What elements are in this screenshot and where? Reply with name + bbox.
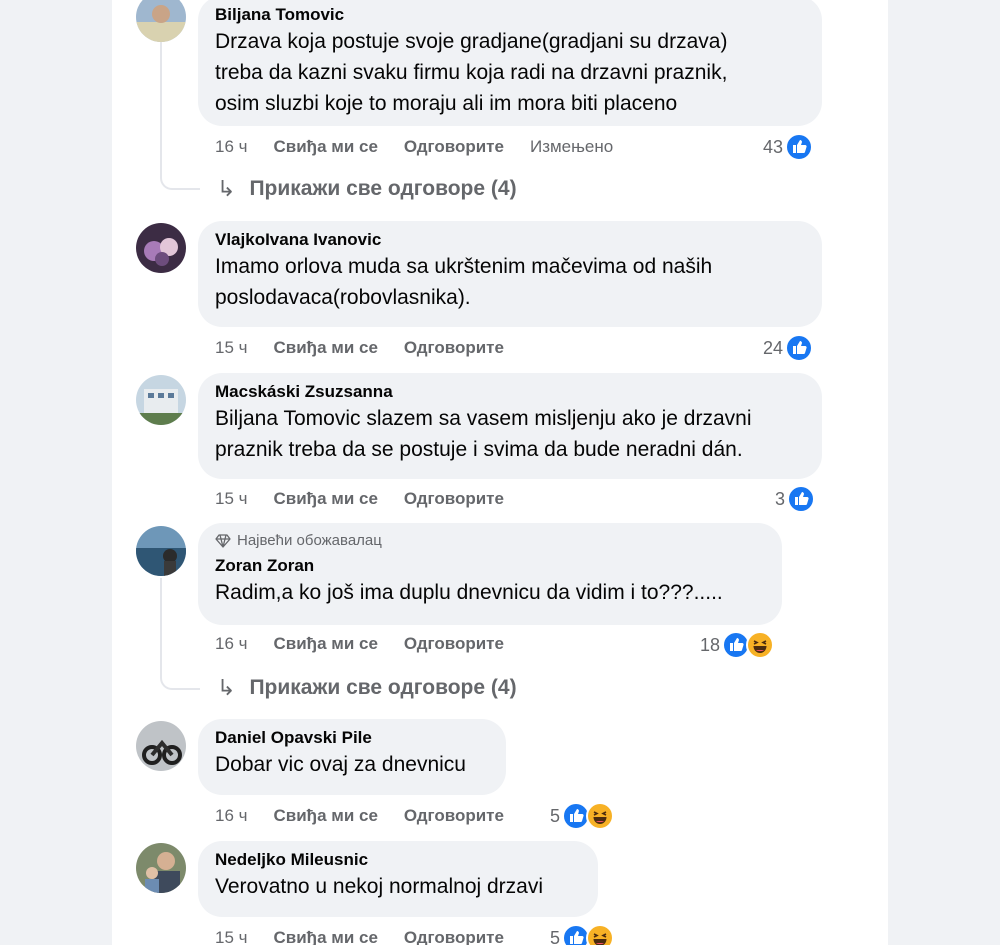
reaction-count: 5 [550, 805, 561, 826]
reaction-count: 43 [763, 136, 784, 157]
thread-line [160, 42, 200, 190]
comment-author[interactable]: Biljana Tomovic [215, 4, 805, 26]
top-fan-label: Највећи обожавалац [237, 532, 382, 549]
thread-line [160, 578, 200, 690]
comment-bubble: Nedeljko Mileusnic Verovatno u nekoj nor… [198, 841, 598, 917]
comment-bubble: Највећи обожавалац Zoran Zoran Radim,a k… [198, 523, 782, 625]
reaction-summary[interactable]: 24 [763, 333, 814, 363]
show-replies-label: Прикажи све одговоре (4) [249, 177, 517, 200]
avatar[interactable] [136, 375, 186, 425]
comment-author[interactable]: VlajkoIvana Ivanovic [215, 229, 805, 251]
comment-text-line: Imamo orlova muda sa ukrštenim mačevima … [215, 255, 713, 278]
avatar-photo-icon [136, 375, 186, 425]
comment-text-line: Drzava koja postuje svoje gradjane(gradj… [215, 30, 728, 53]
reaction-count: 24 [763, 337, 784, 358]
like-button[interactable]: Свиђа ми се [274, 806, 378, 826]
reaction-summary[interactable]: 5 [550, 923, 615, 945]
reaction-summary[interactable]: 3 [775, 484, 816, 514]
haha-icon [586, 924, 615, 945]
diamond-icon [215, 534, 231, 548]
comment-bubble: Daniel Opavski Pile Dobar vic ovaj za dn… [198, 719, 506, 795]
comment-actions: 16 ч Свиђа ми се Одговорите [215, 631, 504, 657]
reply-arrow-icon: ↳ [217, 176, 236, 201]
reply-arrow-icon: ↳ [217, 675, 236, 700]
comment-text-line: Biljana Tomovic slazem sa vasem misljenj… [215, 407, 752, 430]
reaction-count: 5 [550, 927, 561, 945]
comment-actions: 16 ч Свиђа ми се Одговорите [215, 803, 504, 829]
comment-text-line: poslodavaca(robovlasnika). [215, 286, 471, 309]
reply-button[interactable]: Одговорите [404, 806, 504, 826]
reaction-summary[interactable]: 18 [700, 630, 775, 660]
comment-author[interactable]: Zoran Zoran [215, 555, 765, 577]
avatar[interactable] [136, 843, 186, 893]
comment-actions: 16 ч Свиђа ми се Одговорите Измењено [215, 134, 613, 160]
like-button[interactable]: Свиђа ми се [274, 137, 378, 157]
show-replies-label: Прикажи све одговоре (4) [249, 676, 517, 699]
comment-author[interactable]: Daniel Opavski Pile [215, 727, 489, 749]
avatar[interactable] [136, 526, 186, 576]
avatar-photo-icon [136, 223, 186, 273]
reply-button[interactable]: Одговорите [404, 634, 504, 654]
comment-bubble: VlajkoIvana Ivanovic Imamo orlova muda s… [198, 221, 822, 327]
like-button[interactable]: Свиђа ми се [274, 489, 378, 509]
show-replies-button[interactable]: ↳ Прикажи све одговоре (4) [217, 176, 517, 202]
reaction-summary[interactable]: 43 [763, 132, 814, 162]
avatar[interactable] [136, 223, 186, 273]
comment-text-line: Dobar vic ovaj za dnevnicu [215, 753, 466, 776]
reply-button[interactable]: Одговорите [404, 489, 504, 509]
comment-text-line: Verovatno u nekoj normalnoj drzavi [215, 875, 544, 898]
comment-text-line: treba da kazni svaku firmu koja radi na … [215, 61, 728, 84]
comment-author[interactable]: Macskáski Zsuzsanna [215, 381, 805, 403]
comment-timestamp[interactable]: 16 ч [215, 806, 248, 826]
like-button[interactable]: Свиђа ми се [274, 928, 378, 945]
comment-text-line: Radim,a ko još ima duplu dnevnicu da vid… [215, 581, 723, 604]
comment-actions: 15 ч Свиђа ми се Одговорите [215, 925, 504, 945]
comment-text-line: praznik treba da se postuje i svima da b… [215, 438, 743, 461]
like-icon [787, 485, 816, 513]
avatar-photo-icon [136, 843, 186, 893]
like-icon [785, 334, 814, 362]
comment-timestamp[interactable]: 16 ч [215, 634, 248, 654]
reaction-count: 18 [700, 634, 721, 655]
avatar-photo-icon [136, 526, 186, 576]
like-icon [785, 133, 814, 161]
edited-label: Измењено [529, 137, 614, 156]
comment-timestamp[interactable]: 16 ч [215, 137, 248, 157]
comment-text-line: osim sluzbi koje to moraju ali im mora b… [215, 92, 678, 115]
comment-timestamp[interactable]: 15 ч [215, 489, 248, 509]
reply-button[interactable]: Одговорите [404, 137, 504, 157]
comment-timestamp[interactable]: 15 ч [215, 928, 248, 945]
like-button[interactable]: Свиђа ми се [274, 634, 378, 654]
reply-button[interactable]: Одговорите [404, 928, 504, 945]
comment-actions: 15 ч Свиђа ми се Одговорите [215, 486, 504, 512]
reaction-count: 3 [775, 488, 786, 509]
comment-timestamp[interactable]: 15 ч [215, 338, 248, 358]
reaction-summary[interactable]: 5 [550, 801, 615, 831]
comment-bubble: Biljana Tomovic Drzava koja postuje svoj… [198, 0, 822, 126]
like-button[interactable]: Свиђа ми се [274, 338, 378, 358]
avatar[interactable] [136, 721, 186, 771]
comment-author[interactable]: Nedeljko Mileusnic [215, 849, 581, 871]
reply-button[interactable]: Одговорите [404, 338, 504, 358]
avatar-photo-icon [136, 721, 186, 771]
haha-icon [586, 802, 615, 830]
top-fan-badge[interactable]: Највећи обожавалац [215, 531, 765, 551]
comment-bubble: Macskáski Zsuzsanna Biljana Tomovic slaz… [198, 373, 822, 479]
haha-icon [746, 631, 775, 659]
comment-actions: 15 ч Свиђа ми се Одговорите [215, 335, 504, 361]
show-replies-button[interactable]: ↳ Прикажи све одговоре (4) [217, 675, 517, 701]
